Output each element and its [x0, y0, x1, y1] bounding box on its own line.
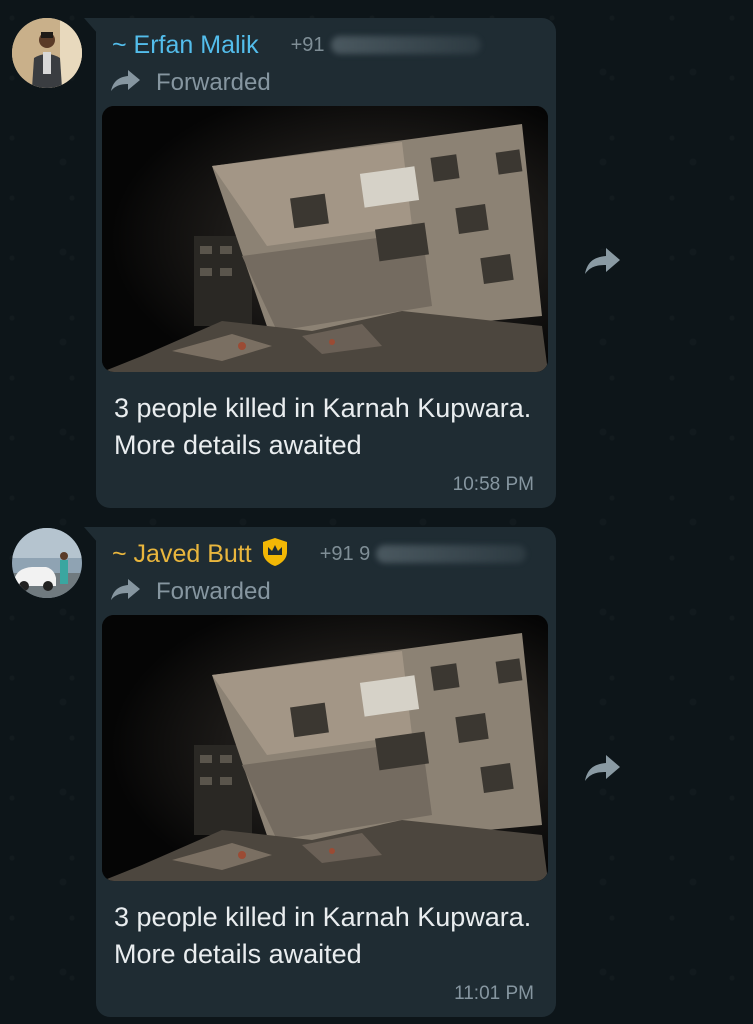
sender-row: ~ Erfan Malik +91: [112, 28, 481, 62]
sender-row: ~ Javed Butt +91 9: [112, 537, 527, 572]
avatar[interactable]: [12, 18, 82, 88]
sender-phone: +91 9: [320, 543, 527, 566]
message-image[interactable]: [102, 615, 548, 881]
sender-name[interactable]: ~ Javed Butt: [112, 540, 252, 569]
message-bubble[interactable]: ~ Javed Butt +91 9 Forwarded 3 people ki…: [84, 527, 556, 1017]
message-image[interactable]: [102, 106, 548, 372]
share-button[interactable]: [576, 236, 630, 290]
forwarded-label-row: Forwarded: [110, 575, 271, 609]
phone-redaction: [376, 545, 527, 563]
share-forward-icon: [584, 753, 622, 788]
message-caption: 3 people killed in Karnah Kupwara. More …: [114, 902, 532, 969]
phone-redaction: [330, 36, 481, 54]
message-bubble[interactable]: ~ Erfan Malik +91 Forwarded 3 people kil…: [84, 18, 556, 508]
message-time: 10:58 PM: [452, 474, 534, 495]
share-forward-icon: [584, 246, 622, 281]
message-caption: 3 people killed in Karnah Kupwara. More …: [114, 393, 532, 460]
share-button[interactable]: [576, 743, 630, 797]
message-time: 11:01 PM: [454, 983, 534, 1004]
forward-arrow-icon: [110, 68, 142, 99]
crown-shield-icon: [262, 537, 288, 572]
avatar[interactable]: [12, 528, 82, 598]
forward-arrow-icon: [110, 577, 142, 608]
sender-name[interactable]: ~ Erfan Malik: [112, 31, 259, 60]
chat-background: ~ Erfan Malik +91 Forwarded 3 people kil…: [0, 0, 753, 1024]
forwarded-text: Forwarded: [156, 69, 271, 96]
forwarded-label-row: Forwarded: [110, 66, 271, 100]
forwarded-text: Forwarded: [156, 578, 271, 605]
sender-phone: +91: [291, 34, 481, 57]
